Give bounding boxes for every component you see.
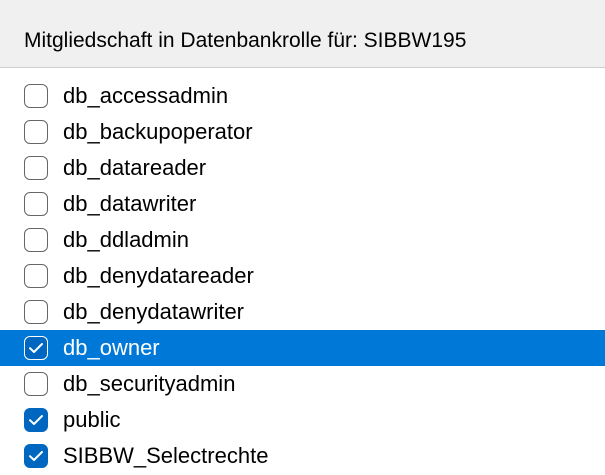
checkbox-icon[interactable] [24, 228, 48, 252]
role-label: db_datareader [63, 155, 207, 180]
role-label: db_backupoperator [63, 119, 253, 144]
role-row-db_ddladmin[interactable]: db_ddladmin [0, 222, 605, 258]
checkbox-icon[interactable] [24, 372, 48, 396]
checkbox-icon[interactable] [24, 444, 48, 468]
role-label: db_securityadmin [63, 371, 236, 396]
checkbox-icon[interactable] [24, 156, 48, 180]
role-row-public[interactable]: public [0, 402, 605, 438]
role-label: db_accessadmin [63, 83, 229, 108]
role-row-SIBBW_Selectrechte[interactable]: SIBBW_Selectrechte [0, 438, 605, 474]
role-row-db_backupoperator[interactable]: db_backupoperator [0, 114, 605, 150]
role-list: db_accessadmin db_backupoperator db_data… [0, 78, 605, 475]
checkbox-icon[interactable] [24, 192, 48, 216]
checkmark-icon [29, 451, 43, 461]
role-label: db_denydatawriter [63, 299, 245, 324]
page-title: Mitgliedschaft in Datenbankrolle für: SI… [24, 29, 467, 52]
checkmark-icon [29, 343, 43, 353]
checkbox-icon[interactable] [24, 408, 48, 432]
role-row-db_datareader[interactable]: db_datareader [0, 150, 605, 186]
role-row-db_owner[interactable]: db_owner [0, 330, 605, 366]
checkbox-icon[interactable] [24, 300, 48, 324]
role-row-db_securityadmin[interactable]: db_securityadmin [0, 366, 605, 402]
role-label: public [63, 407, 121, 432]
role-membership-header: Mitgliedschaft in Datenbankrolle für: SI… [0, 0, 605, 68]
role-label: db_datawriter [63, 191, 197, 216]
role-label: db_owner [63, 335, 160, 360]
role-row-db_denydatareader[interactable]: db_denydatareader [0, 258, 605, 294]
checkbox-icon[interactable] [24, 84, 48, 108]
checkmark-icon [29, 415, 43, 425]
role-row-db_accessadmin[interactable]: db_accessadmin [0, 78, 605, 114]
checkbox-icon[interactable] [24, 120, 48, 144]
checkbox-icon[interactable] [24, 336, 48, 360]
checkbox-icon[interactable] [24, 264, 48, 288]
role-row-db_denydatawriter[interactable]: db_denydatawriter [0, 294, 605, 330]
role-membership-panel: Mitgliedschaft in Datenbankrolle für: SI… [0, 0, 605, 475]
role-label: db_ddladmin [63, 227, 189, 252]
role-row-db_datawriter[interactable]: db_datawriter [0, 186, 605, 222]
role-label: db_denydatareader [63, 263, 254, 288]
role-label: SIBBW_Selectrechte [63, 443, 269, 468]
